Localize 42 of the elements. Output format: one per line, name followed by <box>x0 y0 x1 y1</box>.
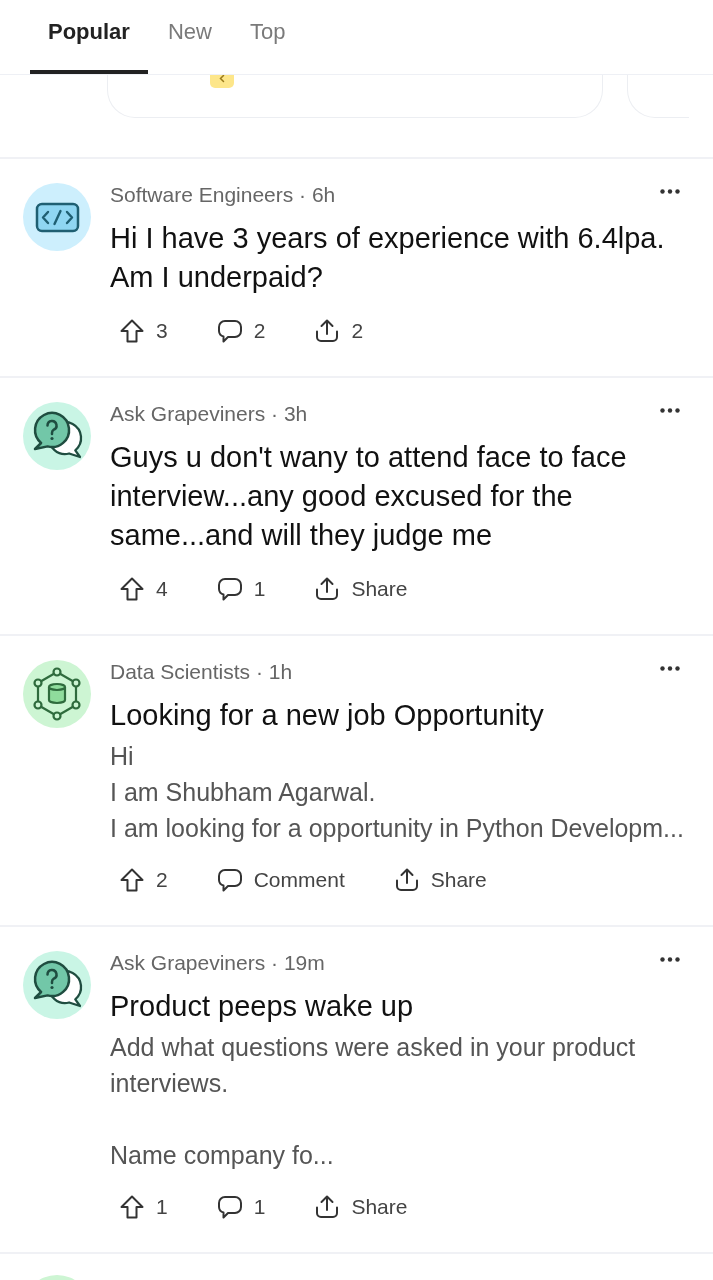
comment-button[interactable]: 2 <box>215 315 266 347</box>
chat-bubbles-icon <box>23 402 91 470</box>
network-icon <box>23 660 91 728</box>
upvote-button[interactable]: 1 <box>118 1191 168 1223</box>
post-title: Product peeps wake up <box>110 989 415 1024</box>
comment-button[interactable]: 1 <box>215 1191 266 1223</box>
post-body: Add what questions were asked in your product interviews. Name company fo... <box>110 1032 637 1171</box>
tab[interactable]: Popular <box>30 0 148 74</box>
comment-icon <box>215 866 244 894</box>
share-button[interactable]: Share <box>313 1191 408 1223</box>
upvote-button[interactable]: 2 <box>118 864 168 896</box>
comment-icon <box>215 317 244 345</box>
upvote-arrow-icon <box>118 1193 146 1221</box>
post-meta: Ask Grapeviners · 19m <box>110 950 325 976</box>
share-button[interactable]: 2 <box>313 315 364 347</box>
post-title: Hi I have 3 years of experience with 6.4lpa. Am I underpaid? <box>110 221 666 295</box>
share-button[interactable]: Share <box>313 573 408 605</box>
more-icon[interactable] <box>660 408 680 413</box>
comment-button[interactable]: 1 <box>215 573 266 605</box>
post-meta: Data Scientists · 1h <box>110 659 293 685</box>
tab[interactable]: New <box>149 0 230 74</box>
upvote-button[interactable]: 4 <box>118 573 168 605</box>
upvote-button[interactable]: 3 <box>118 315 168 347</box>
share-button[interactable]: Share <box>392 864 487 896</box>
more-icon[interactable] <box>660 666 680 671</box>
upvote-arrow-icon <box>118 866 146 894</box>
chat-bubbles-icon <box>23 951 91 1019</box>
comment-button[interactable]: Comment <box>215 864 345 896</box>
post-title: Looking for a new job Opportunity <box>110 698 545 733</box>
post-title: Guys u don't wany to attend face to face interview...any good excused for the same...and will they judge me <box>110 440 628 553</box>
comment-icon <box>215 1193 244 1221</box>
code-icon <box>23 183 91 251</box>
post-meta: Ask Grapeviners · 3h <box>110 401 308 427</box>
post-body: Hi I am Shubham Agarwal. I am looking for a opportunity in Python Developm... <box>110 741 685 844</box>
comment-icon <box>215 575 244 603</box>
upvote-arrow-icon <box>118 317 146 345</box>
more-icon[interactable] <box>660 957 680 962</box>
chevron-icon <box>210 75 234 88</box>
more-icon[interactable] <box>660 189 680 194</box>
upvote-arrow-icon <box>118 575 146 603</box>
tab[interactable]: Top <box>231 0 304 74</box>
post-meta: Software Engineers · 6h <box>110 182 336 208</box>
